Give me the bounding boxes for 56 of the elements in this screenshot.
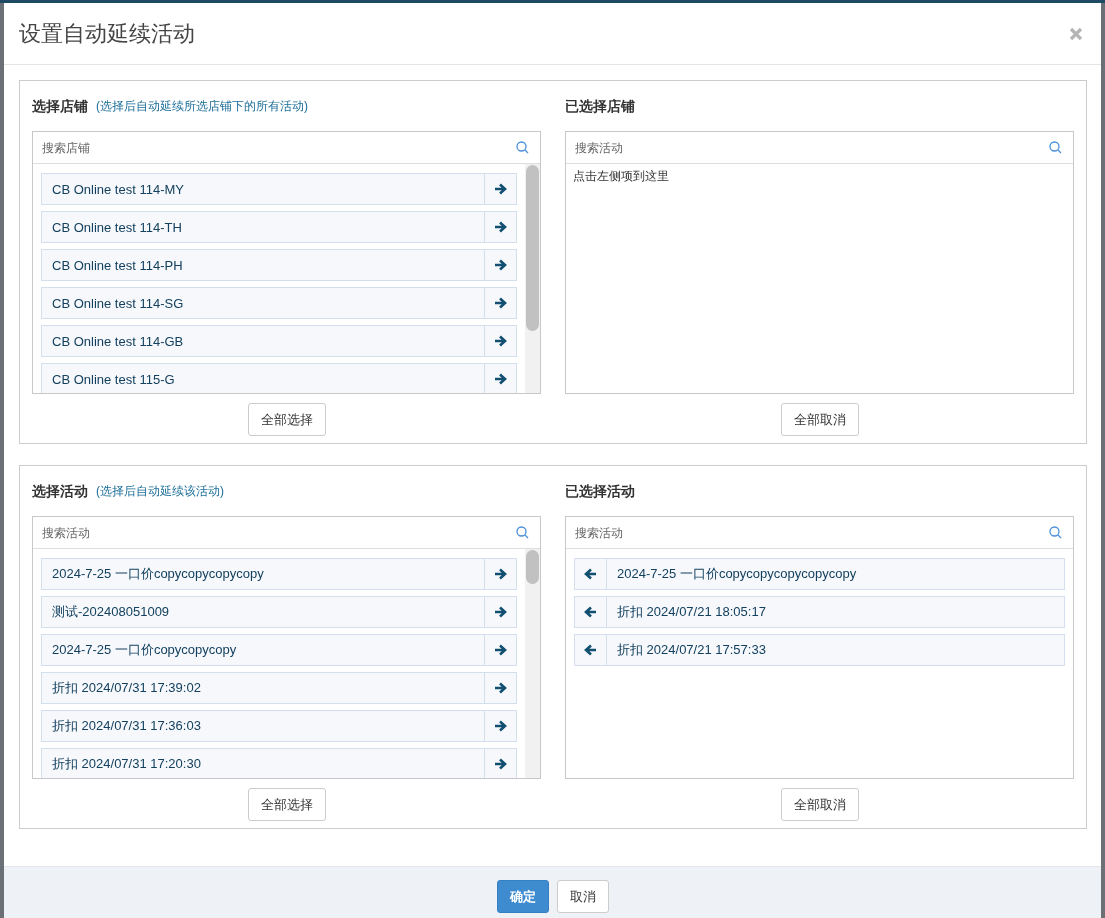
select-all-button[interactable]: 全部选择 <box>247 403 326 436</box>
clear-all-button[interactable]: 全部取消 <box>780 788 859 821</box>
right-arrow-icon <box>494 644 507 656</box>
list-item[interactable]: 2024-7-25 一口价copycopycopycopy <box>41 558 517 590</box>
right-arrow-icon <box>494 297 507 309</box>
right-arrow-icon <box>494 682 507 694</box>
confirm-button[interactable]: 确定 <box>496 880 549 913</box>
right-arrow-icon <box>494 758 507 770</box>
cancel-button[interactable]: 取消 <box>556 880 609 913</box>
hint-text: (选择后自动延续所选店铺下的所有活动) <box>96 98 308 115</box>
left-arrow-icon <box>584 606 597 618</box>
close-icon <box>1069 26 1083 41</box>
search-field[interactable]: 搜索活动 <box>33 517 516 548</box>
section-title: 选择店铺 <box>32 97 88 116</box>
select-all-button[interactable]: 全部选择 <box>247 788 326 821</box>
empty-hint: 点击左侧项到这里 <box>573 168 670 185</box>
list-item[interactable]: 折扣 2024/07/31 17:20:30 <box>41 748 517 778</box>
scrollbar[interactable] <box>525 164 540 393</box>
right-arrow-icon <box>494 606 507 618</box>
list-item[interactable]: CB Online test 114-GB <box>41 325 517 357</box>
search-icon <box>1049 526 1062 539</box>
right-arrow-icon <box>494 568 507 580</box>
right-arrow-icon <box>494 221 507 233</box>
search-icon <box>516 526 529 539</box>
scrollbar[interactable] <box>525 549 540 778</box>
left-arrow-icon <box>584 568 597 580</box>
right-arrow-icon <box>494 259 507 271</box>
list-item[interactable]: CB Online test 114-TH <box>41 211 517 243</box>
left-arrow-icon <box>584 644 597 656</box>
section-title: 已选择店铺 <box>565 97 635 116</box>
search-field[interactable]: 搜索活动 <box>566 517 1049 548</box>
list-item[interactable]: 折扣 2024/07/21 17:57:33 <box>574 634 1065 666</box>
list-item[interactable]: CB Online test 114-SG <box>41 287 517 319</box>
hint-text: (选择后自动延续该活动) <box>96 483 224 500</box>
search-field[interactable]: 搜索店铺 <box>33 132 516 163</box>
search-icon <box>516 141 529 154</box>
dialog-title: 设置自动延续活动 <box>19 19 195 48</box>
section-title: 已选择活动 <box>565 482 635 501</box>
list-item[interactable]: 2024-7-25 一口价copycopycopycopycopy <box>574 558 1065 590</box>
list-item[interactable]: CB Online test 114-PH <box>41 249 517 281</box>
list-item[interactable]: 折扣 2024/07/21 18:05:17 <box>574 596 1065 628</box>
list-item[interactable]: 测试-202408051009 <box>41 596 517 628</box>
right-arrow-icon <box>494 183 507 195</box>
close-button[interactable] <box>1069 26 1083 41</box>
right-arrow-icon <box>494 720 507 732</box>
clear-all-button[interactable]: 全部取消 <box>780 403 859 436</box>
section-title: 选择活动 <box>32 482 88 501</box>
search-field[interactable]: 搜索活动 <box>566 132 1049 163</box>
list-item[interactable]: CB Online test 114-MY <box>41 173 517 205</box>
list-item[interactable]: CB Online test 115-G <box>41 363 517 393</box>
right-arrow-icon <box>494 373 507 385</box>
list-item[interactable]: 折扣 2024/07/31 17:36:03 <box>41 710 517 742</box>
right-arrow-icon <box>494 335 507 347</box>
list-item[interactable]: 折扣 2024/07/31 17:39:02 <box>41 672 517 704</box>
search-icon <box>1049 141 1062 154</box>
list-item[interactable]: 2024-7-25 一口价copycopycopy <box>41 634 517 666</box>
